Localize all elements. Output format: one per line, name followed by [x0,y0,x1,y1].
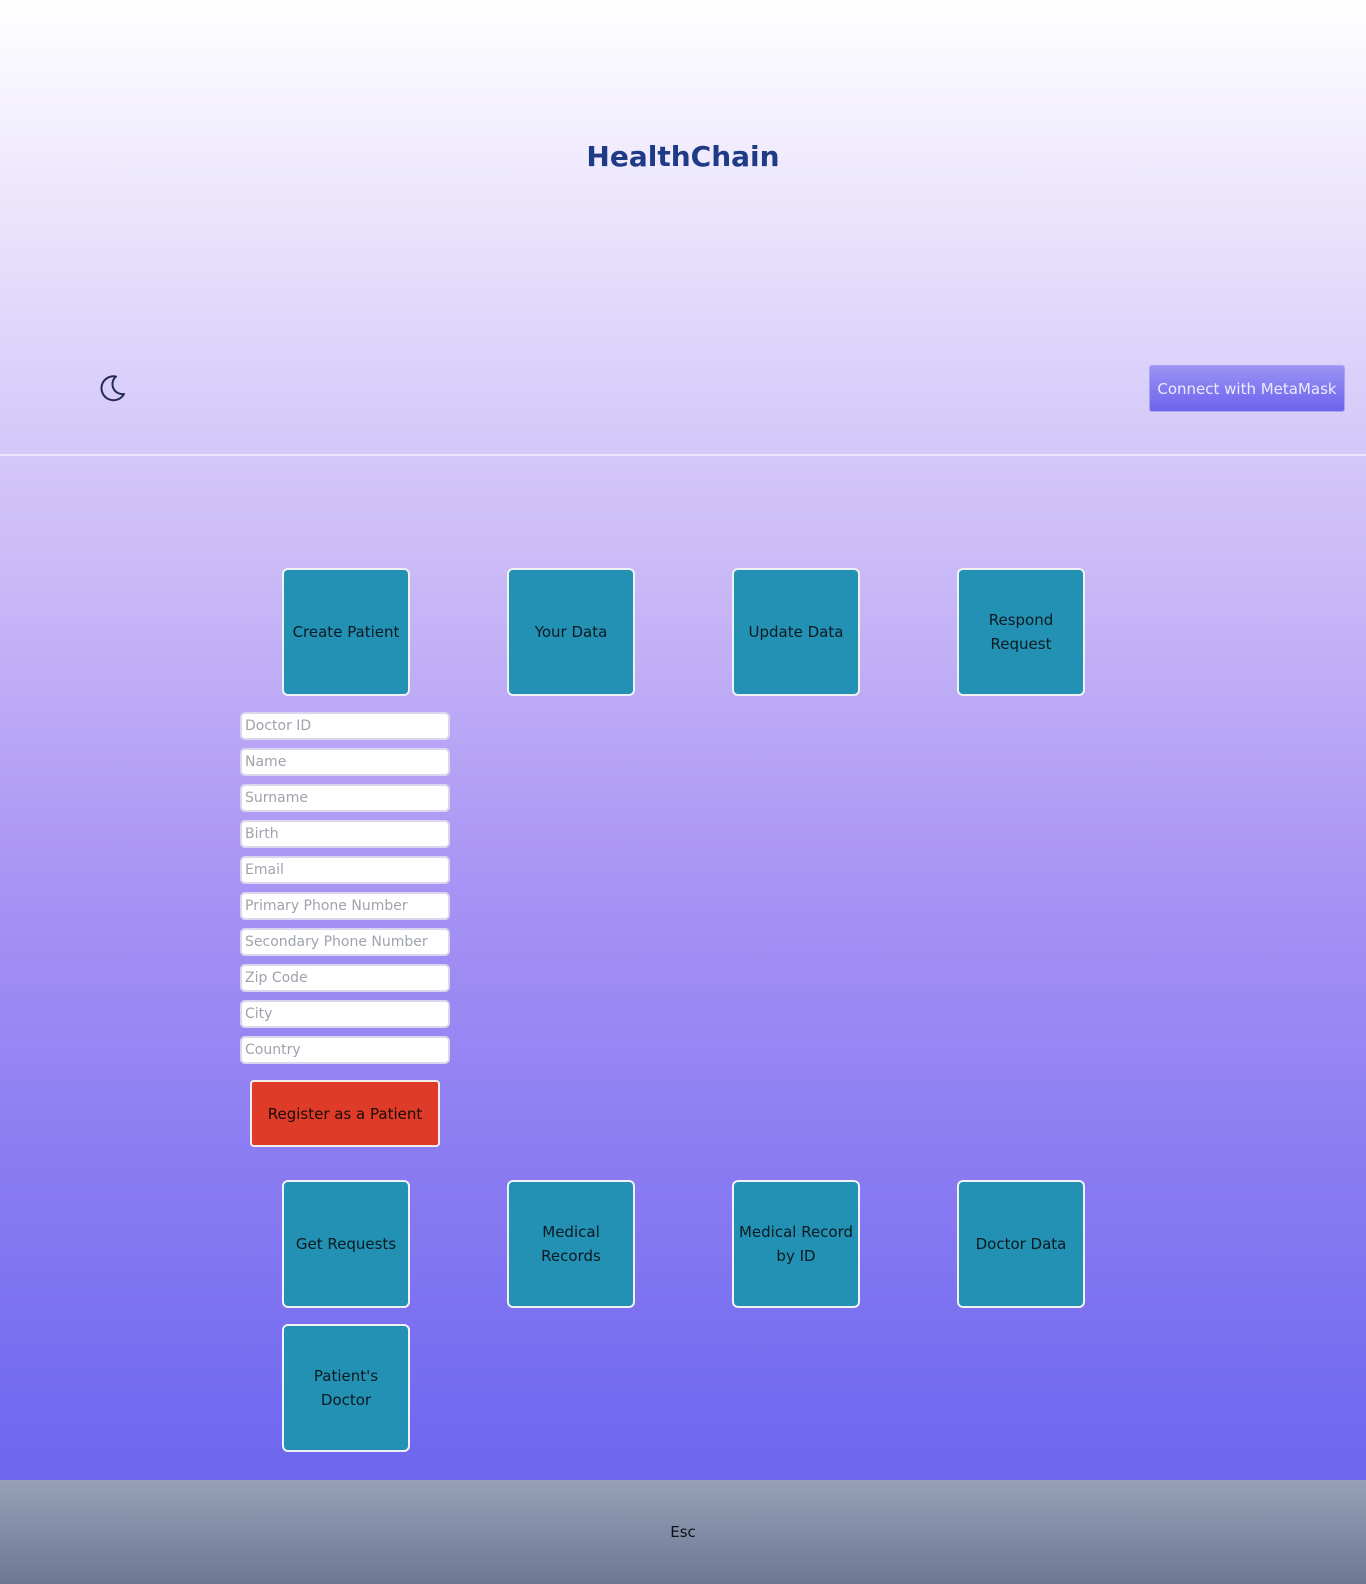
zip-code-field[interactable] [240,964,450,992]
your-data-tile[interactable]: Your Data [507,568,635,696]
surname-field[interactable] [240,784,450,812]
email-field[interactable] [240,856,450,884]
footer: Esc [0,1480,1366,1584]
secondary-phone-field[interactable] [240,928,450,956]
medical-record-by-id-tile[interactable]: Medical Record by ID [732,1180,860,1308]
primary-phone-field[interactable] [240,892,450,920]
doctor-data-tile[interactable]: Doctor Data [957,1180,1085,1308]
header: HealthChain Connect with MetaMask [0,0,1366,456]
update-data-tile[interactable]: Update Data [732,568,860,696]
country-field[interactable] [240,1036,450,1064]
city-field[interactable] [240,1000,450,1028]
get-requests-tile[interactable]: Get Requests [282,1180,410,1308]
doctor-id-field[interactable] [240,712,450,740]
respond-request-tile[interactable]: Respond Request [957,568,1085,696]
patients-doctor-tile[interactable]: Patient's Doctor [282,1324,410,1452]
moon-icon[interactable] [96,372,128,404]
birth-field[interactable] [240,820,450,848]
connect-metamask-button[interactable]: Connect with MetaMask [1149,365,1345,412]
medical-records-tile[interactable]: Medical Records [507,1180,635,1308]
create-patient-tile[interactable]: Create Patient [282,568,410,696]
esc-button[interactable]: Esc [670,1523,696,1541]
name-field[interactable] [240,748,450,776]
app-title: HealthChain [586,140,780,173]
register-patient-button[interactable]: Register as a Patient [250,1080,440,1147]
